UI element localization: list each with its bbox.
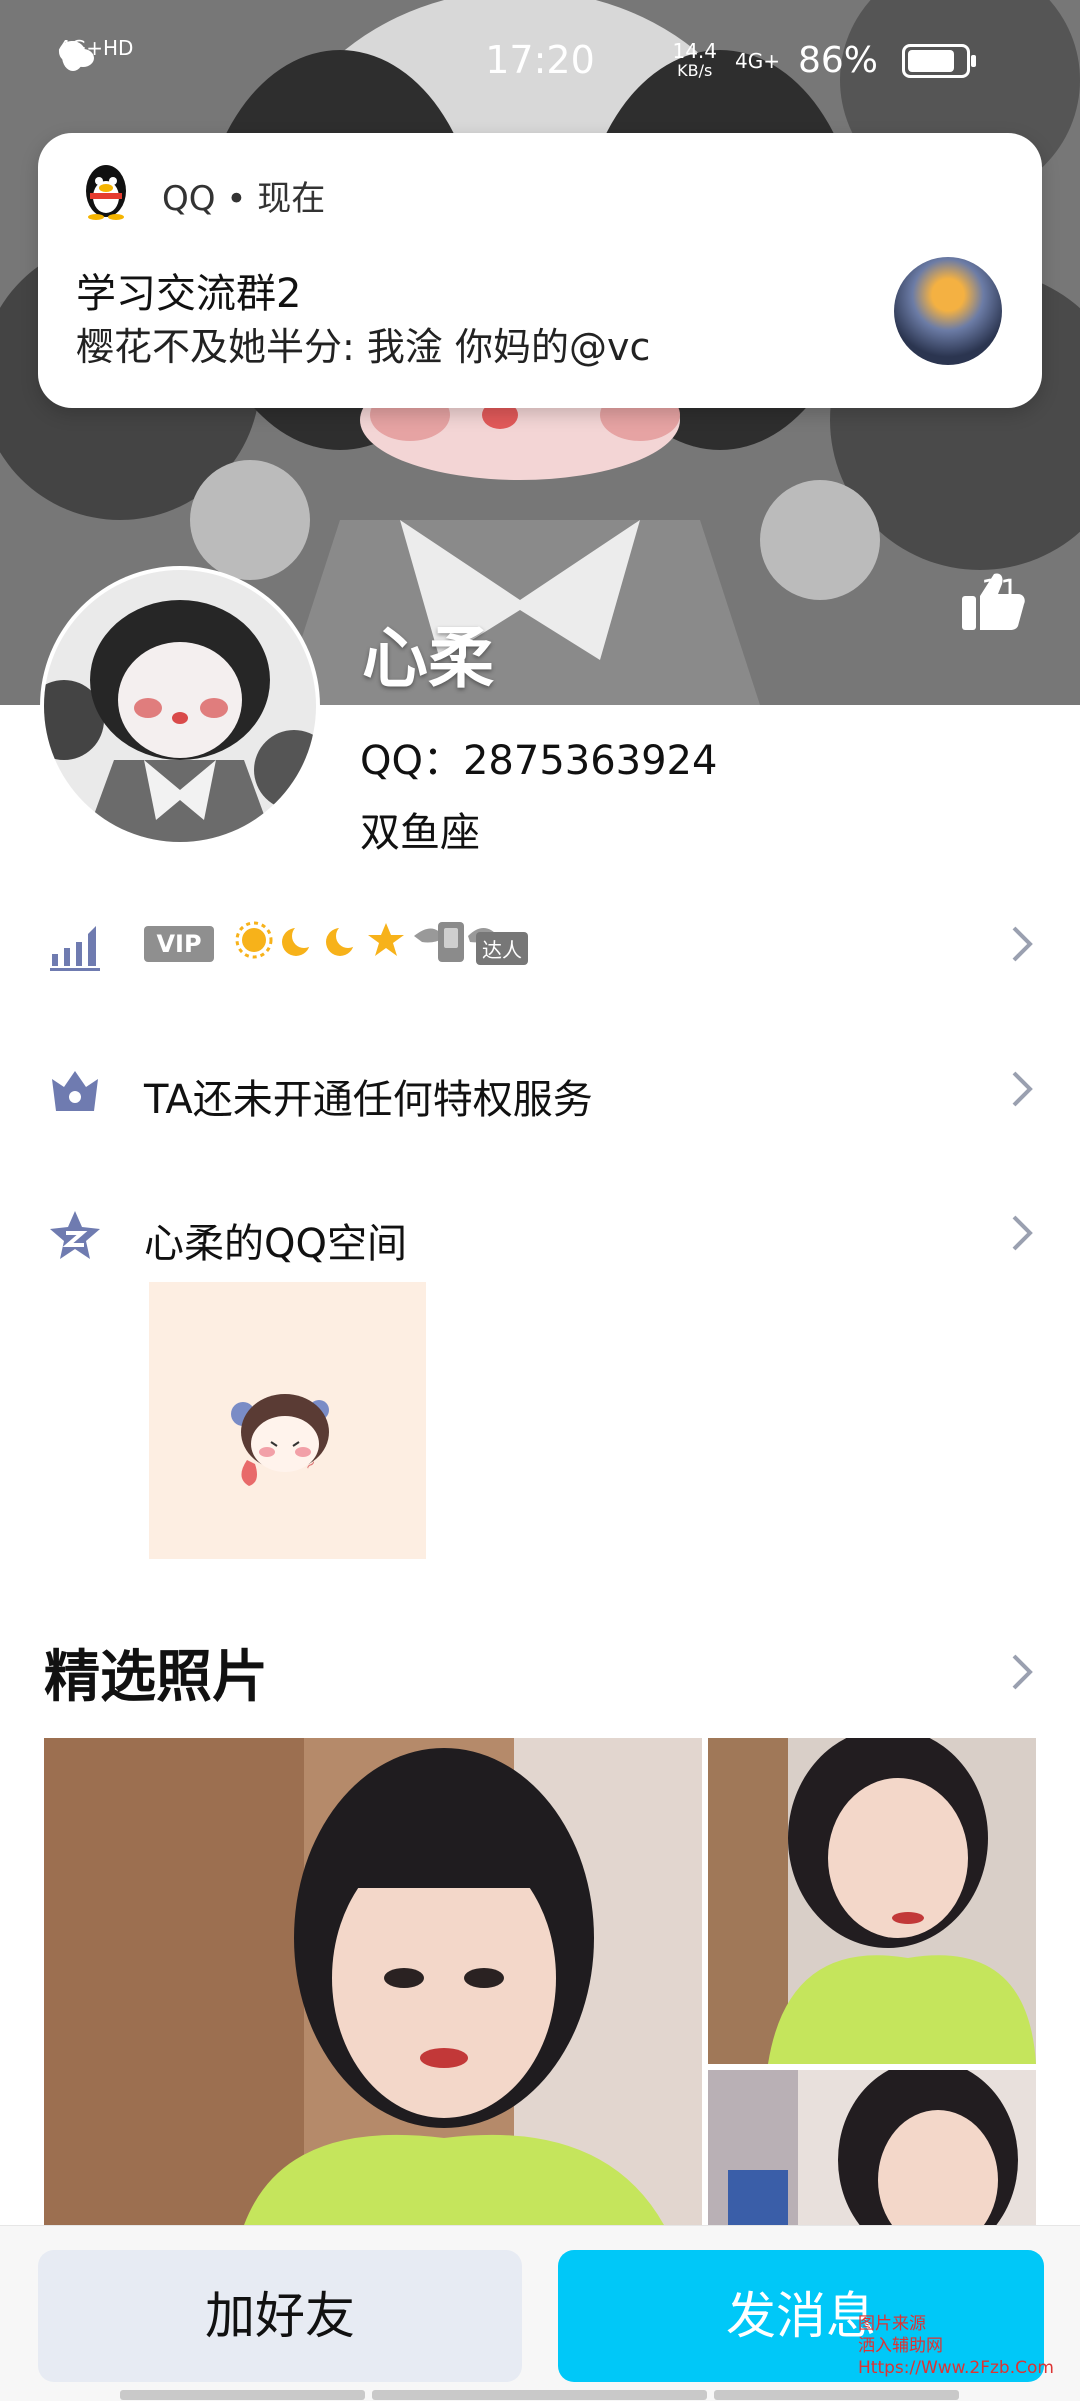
notification-sender-avatar bbox=[894, 257, 1002, 365]
battery-icon bbox=[902, 43, 976, 78]
moon-level-icon bbox=[282, 924, 316, 956]
photo-portrait bbox=[708, 1738, 1036, 2064]
network-speed-unit: KB/s bbox=[677, 60, 713, 80]
notification-meta: QQ • 现在 bbox=[162, 171, 325, 220]
notification-body: 樱花不及她半分: 我淦 你妈的@vc bbox=[76, 325, 651, 369]
notification-banner[interactable]: QQ • 现在 学习交流群2 樱花不及她半分: 我淦 你妈的@vc bbox=[38, 133, 1042, 408]
profile-nickname: 心柔 bbox=[362, 620, 494, 697]
featured-photo-small-2[interactable] bbox=[708, 2070, 1036, 2225]
chevron-right-icon bbox=[1012, 1215, 1033, 1251]
sun-level-icon bbox=[235, 921, 273, 959]
notification-separator: • bbox=[226, 179, 247, 219]
qzone-star-icon bbox=[50, 1211, 100, 1259]
qq-level-icons bbox=[234, 920, 406, 960]
nav-indicator bbox=[372, 2390, 707, 2400]
privilege-text: TA还未开通任何特权服务 bbox=[144, 1077, 593, 1123]
level-chart-icon bbox=[50, 926, 100, 971]
qq-number: QQ：2875363924 bbox=[360, 738, 718, 784]
battery-percent: 86% bbox=[797, 40, 878, 81]
chevron-right-icon bbox=[1012, 1071, 1033, 1107]
crown-icon bbox=[52, 1071, 98, 1111]
photo-portrait bbox=[708, 2070, 1036, 2225]
qzone-text: 心柔的QQ空间 bbox=[144, 1221, 407, 1267]
thumbs-up-icon bbox=[962, 573, 1025, 630]
qzone-cover-image[interactable]: ~ bbox=[149, 1282, 426, 1559]
chevron-right-icon[interactable] bbox=[1010, 1652, 1034, 1692]
photo-portrait bbox=[44, 1738, 702, 2225]
featured-photo-small-1[interactable] bbox=[708, 1738, 1036, 2064]
mobile-network-indicator: 4G+ bbox=[735, 48, 780, 73]
watermark-line: 洒入辅助网 bbox=[858, 2336, 943, 2356]
network-speed-value: 14.4 bbox=[672, 38, 717, 63]
daren-label: 达人 bbox=[476, 932, 528, 965]
notification-time: 现在 bbox=[257, 179, 326, 219]
featured-photo-large[interactable] bbox=[44, 1738, 702, 2225]
level-row[interactable]: VIP 达人 bbox=[0, 896, 1080, 996]
watermark-line: 图片来源 bbox=[858, 2314, 926, 2334]
moon-level-icon bbox=[326, 924, 360, 956]
watermark-line: Https://Www.2Fzb.Com bbox=[858, 2358, 1054, 2378]
avatar-image bbox=[44, 570, 316, 842]
profile-avatar[interactable] bbox=[44, 570, 316, 842]
notification-title: 学习交流群2 bbox=[76, 271, 302, 317]
watermark: 图片来源 洒入辅助网 Https://Www.2Fzb.Com bbox=[858, 2313, 1054, 2379]
like-button[interactable]: 11 bbox=[960, 570, 1040, 630]
qzone-cover-illustration: ~ bbox=[231, 1394, 329, 1486]
nav-indicator bbox=[714, 2390, 959, 2400]
chevron-right-icon bbox=[1012, 926, 1033, 962]
star-level-icon bbox=[368, 923, 404, 956]
zodiac-sign: 双鱼座 bbox=[360, 810, 480, 856]
qzone-row[interactable]: 心柔的QQ空间 bbox=[0, 1185, 1080, 1285]
notification-app-name: QQ bbox=[162, 179, 216, 219]
network-speed: 14.4 KB/s bbox=[672, 41, 717, 81]
vip-badge: VIP bbox=[144, 926, 214, 962]
privilege-row[interactable]: TA还未开通任何特权服务 bbox=[0, 1041, 1080, 1141]
featured-photos-title: 精选照片 bbox=[44, 1645, 268, 1710]
qq-penguin-icon bbox=[86, 165, 126, 220]
add-friend-button[interactable]: 加好友 bbox=[38, 2250, 522, 2382]
nav-indicator bbox=[120, 2390, 365, 2400]
status-bar: 4G+HD 17:20 14.4 KB/s 4G+ 86% bbox=[0, 0, 1080, 125]
